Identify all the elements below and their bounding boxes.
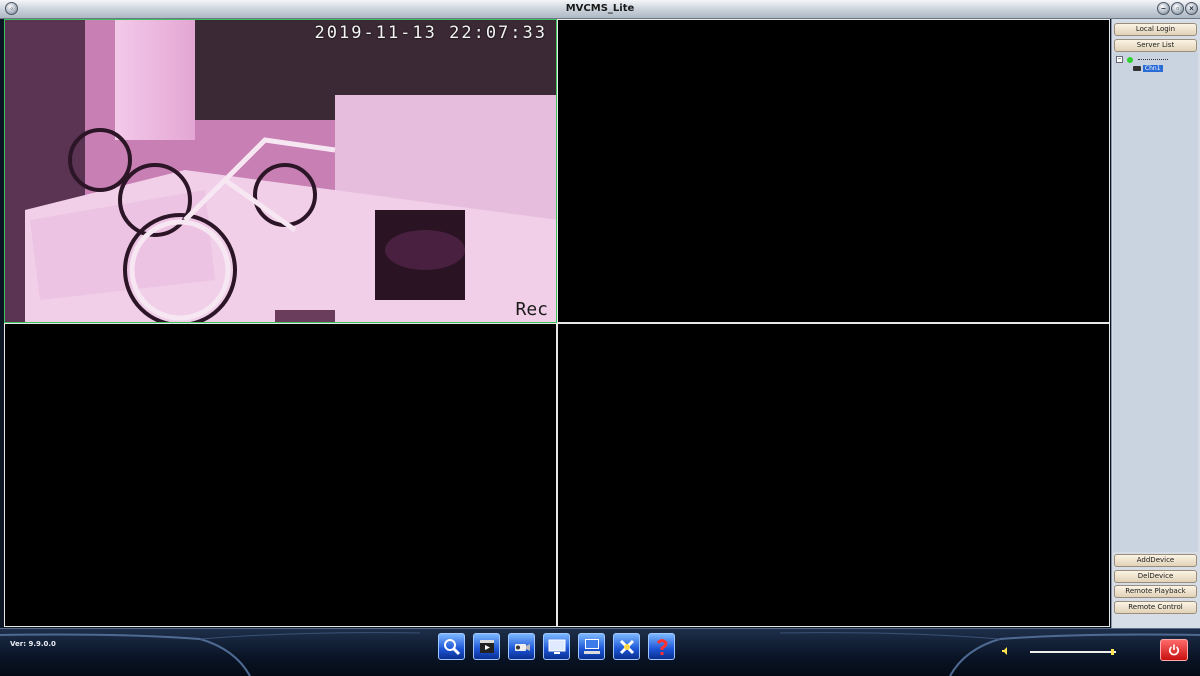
- device-panel: Local Login Server List − Chn1 AddDevice…: [1111, 19, 1200, 628]
- settings-icon: [619, 639, 635, 655]
- version-label: Ver: 9.9.0.0: [10, 640, 56, 648]
- server-list-button[interactable]: Server List: [1114, 39, 1197, 52]
- window-title: MVCMS_Lite: [565, 3, 635, 14]
- video-pane-1[interactable]: 2019-11-13 22:07:33 Rec: [4, 19, 557, 323]
- video-pane-3[interactable]: [4, 323, 557, 627]
- osd-timestamp: 2019-11-13 22:07:33: [314, 23, 547, 43]
- search-button[interactable]: [438, 633, 465, 660]
- device-name-placeholder: [1137, 58, 1168, 61]
- local-login-button[interactable]: Local Login: [1114, 23, 1197, 36]
- collapse-icon[interactable]: −: [1116, 56, 1123, 63]
- help-button[interactable]: [648, 633, 675, 660]
- add-device-button[interactable]: AddDevice: [1114, 554, 1197, 567]
- exit-button[interactable]: [1160, 639, 1188, 661]
- computer-icon: [584, 639, 600, 654]
- speaker-icon[interactable]: [1002, 647, 1010, 655]
- video-grid: 2019-11-13 22:07:33 Rec: [4, 19, 1110, 627]
- playback-button[interactable]: [473, 633, 500, 660]
- minimize-button[interactable]: –: [1157, 2, 1170, 15]
- computer-button[interactable]: [578, 633, 605, 660]
- power-icon: [1169, 644, 1179, 656]
- device-tree[interactable]: − Chn1: [1113, 52, 1198, 552]
- playback-icon: [480, 640, 494, 653]
- search-icon: [444, 639, 461, 656]
- remote-playback-button[interactable]: Remote Playback: [1114, 585, 1197, 598]
- monitor-button[interactable]: [543, 633, 570, 660]
- settings-button[interactable]: [613, 633, 640, 660]
- del-device-button[interactable]: DelDevice: [1114, 570, 1197, 583]
- online-status-icon: [1126, 56, 1133, 63]
- bottom-toolbar: Ver: 9.9.0.0: [0, 628, 1200, 676]
- channel-label: Chn1: [1142, 65, 1163, 72]
- volume-thumb[interactable]: [1110, 649, 1114, 655]
- close-button[interactable]: ×: [1185, 2, 1198, 15]
- volume-slider[interactable]: [1030, 649, 1116, 655]
- camera-icon: [515, 644, 530, 651]
- recording-indicator: Rec: [515, 299, 548, 320]
- title-bar: ◦ MVCMS_Lite – ▫ ×: [0, 0, 1200, 19]
- help-icon: [656, 639, 668, 655]
- monitor-icon: [548, 639, 566, 654]
- remote-control-button[interactable]: Remote Control: [1114, 601, 1197, 614]
- video-pane-2[interactable]: [557, 19, 1110, 323]
- tree-device-node[interactable]: −: [1116, 56, 1168, 63]
- tree-channel-node[interactable]: Chn1: [1133, 65, 1163, 72]
- camera-button[interactable]: [508, 633, 535, 660]
- video-pane-4[interactable]: [557, 323, 1110, 627]
- camera-icon: [1133, 66, 1141, 71]
- camera-feed-image: [5, 20, 556, 322]
- maximize-button[interactable]: ▫: [1171, 2, 1184, 15]
